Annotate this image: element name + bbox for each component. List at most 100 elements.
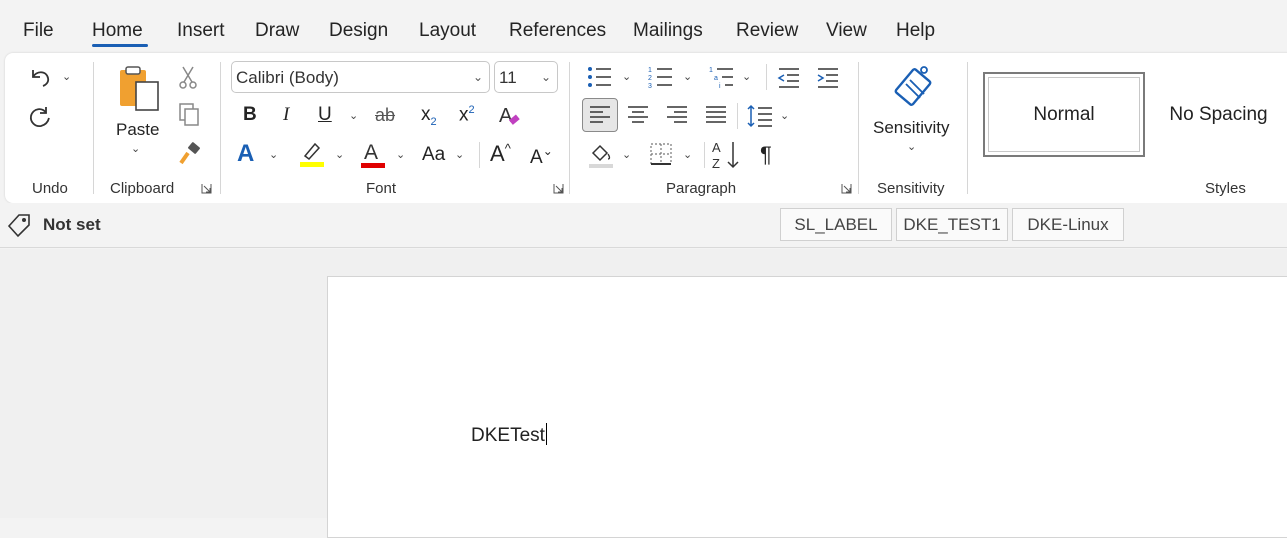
format-painter-icon[interactable] — [176, 141, 204, 167]
group-label-paragraph: Paragraph — [666, 180, 737, 197]
group-label-clipboard: Clipboard — [110, 180, 175, 197]
sensitivity-status[interactable]: Not set — [43, 215, 101, 235]
sensitivity-icon[interactable] — [893, 62, 939, 108]
highlight-icon[interactable] — [298, 140, 326, 168]
paragraph-launcher-icon[interactable] — [840, 182, 852, 194]
shrink-font-letter: A — [530, 147, 543, 168]
paste-label[interactable]: Paste — [116, 120, 159, 140]
highlight-dropdown-icon[interactable]: ⌄ — [335, 148, 344, 161]
sensitivity-button-label[interactable]: Sensitivity — [873, 118, 950, 138]
divider — [737, 103, 738, 129]
group-separator — [220, 62, 221, 194]
font-launcher-icon[interactable] — [552, 182, 564, 194]
font-size-combobox[interactable]: 11 ⌄ — [494, 61, 558, 93]
group-separator — [569, 62, 570, 194]
sort-a-letter: A — [712, 140, 721, 155]
paste-icon[interactable] — [113, 64, 163, 114]
tab-review[interactable]: Review — [736, 20, 798, 42]
label-button-sl-label[interactable]: SL_LABEL — [780, 208, 892, 241]
sensitivity-dropdown-icon[interactable]: ⌄ — [907, 140, 916, 153]
style-normal[interactable]: Normal — [983, 72, 1145, 157]
paste-dropdown-icon[interactable]: ⌄ — [131, 142, 140, 155]
subscript-mark: 2 — [430, 115, 437, 128]
tab-home[interactable]: Home — [92, 20, 143, 42]
label-button-text: DKE-Linux — [1027, 214, 1109, 234]
show-formatting-marks-button[interactable]: ¶ — [760, 142, 772, 168]
font-color-icon[interactable]: A — [359, 139, 387, 169]
label-button-text: SL_LABEL — [794, 214, 878, 234]
sort-icon[interactable]: AZ — [710, 139, 742, 171]
undo-icon[interactable] — [26, 63, 54, 91]
numbering-icon[interactable]: 123 — [647, 64, 675, 90]
tab-references[interactable]: References — [509, 20, 606, 42]
tab-file[interactable]: File — [23, 20, 54, 42]
borders-dropdown-icon[interactable]: ⌄ — [683, 148, 692, 161]
label-button-dke-linux[interactable]: DKE-Linux — [1012, 208, 1124, 241]
underline-dropdown-icon[interactable]: ⌄ — [349, 109, 358, 122]
tab-mailings[interactable]: Mailings — [633, 20, 703, 42]
document-text-content: DKETest — [471, 425, 545, 446]
subscript-button[interactable]: x2 — [421, 104, 437, 128]
sensitivity-bar: Not set SL_LABEL DKE_TEST1 DKE-Linux — [0, 203, 1287, 248]
shading-dropdown-icon[interactable]: ⌄ — [622, 148, 631, 161]
multilevel-list-dropdown-icon[interactable]: ⌄ — [742, 70, 751, 83]
tab-draw[interactable]: Draw — [255, 20, 299, 42]
align-center-icon[interactable] — [626, 103, 650, 127]
line-spacing-dropdown-icon[interactable]: ⌄ — [780, 109, 789, 122]
multilevel-list-icon[interactable]: 1ai — [708, 64, 736, 90]
tab-design[interactable]: Design — [329, 20, 388, 42]
strikethrough-button[interactable]: ab — [375, 105, 395, 126]
redo-icon[interactable] — [26, 102, 54, 130]
tag-icon — [6, 212, 32, 238]
decrease-indent-icon[interactable] — [776, 64, 802, 90]
svg-text:i: i — [719, 83, 721, 89]
group-separator — [858, 62, 859, 194]
justify-icon[interactable] — [704, 103, 728, 127]
tab-help[interactable]: Help — [896, 20, 935, 42]
bold-button[interactable]: B — [243, 104, 257, 126]
text-effects-dropdown-icon[interactable]: ⌄ — [269, 148, 278, 161]
increase-indent-icon[interactable] — [815, 64, 841, 90]
bullets-dropdown-icon[interactable]: ⌄ — [622, 70, 631, 83]
tab-layout[interactable]: Layout — [419, 20, 476, 42]
divider — [766, 64, 767, 90]
numbering-dropdown-icon[interactable]: ⌄ — [683, 70, 692, 83]
svg-text:A: A — [364, 141, 378, 164]
font-name-combobox[interactable]: Calibri (Body) ⌄ — [231, 61, 490, 93]
borders-icon[interactable] — [648, 141, 674, 167]
font-color-dropdown-icon[interactable]: ⌄ — [396, 148, 405, 161]
chevron-down-icon: ⌄ — [472, 70, 483, 84]
svg-text:2: 2 — [648, 75, 652, 82]
group-label-font: Font — [366, 180, 397, 197]
text-effects-button[interactable]: A — [237, 140, 254, 168]
copy-icon[interactable] — [176, 102, 202, 128]
underline-button[interactable]: U — [318, 104, 332, 126]
shrink-font-button[interactable]: A⌄ — [530, 144, 553, 169]
chevron-down-icon: ⌄ — [540, 70, 551, 84]
grow-font-button[interactable]: A^ — [490, 141, 511, 167]
tab-insert[interactable]: Insert — [177, 20, 225, 42]
label-button-dke-test1[interactable]: DKE_TEST1 — [896, 208, 1008, 241]
superscript-mark: 2 — [468, 104, 475, 116]
line-spacing-icon[interactable] — [746, 102, 774, 130]
document-page[interactable]: DKETest — [327, 276, 1287, 538]
superscript-button[interactable]: x2 — [459, 104, 475, 126]
change-case-button[interactable]: Aa — [422, 144, 445, 166]
cut-icon[interactable] — [176, 64, 200, 90]
align-left-icon[interactable] — [582, 98, 618, 132]
undo-dropdown-icon[interactable]: ⌄ — [62, 70, 71, 83]
bullets-icon[interactable] — [586, 64, 614, 90]
align-right-icon[interactable] — [665, 103, 689, 127]
tab-view[interactable]: View — [826, 20, 867, 42]
group-separator — [93, 62, 94, 194]
document-text[interactable]: DKETest — [471, 423, 547, 447]
group-label-sensitivity: Sensitivity — [877, 180, 945, 197]
change-case-dropdown-icon[interactable]: ⌄ — [455, 148, 464, 161]
font-size-value: 11 — [499, 68, 517, 87]
group-separator — [967, 62, 968, 194]
clipboard-launcher-icon[interactable] — [200, 182, 212, 194]
clear-formatting-icon[interactable]: A — [496, 101, 524, 131]
shading-icon[interactable] — [587, 140, 615, 170]
style-no-spacing[interactable]: No Spacing — [1150, 72, 1287, 157]
italic-button[interactable]: I — [283, 104, 289, 126]
